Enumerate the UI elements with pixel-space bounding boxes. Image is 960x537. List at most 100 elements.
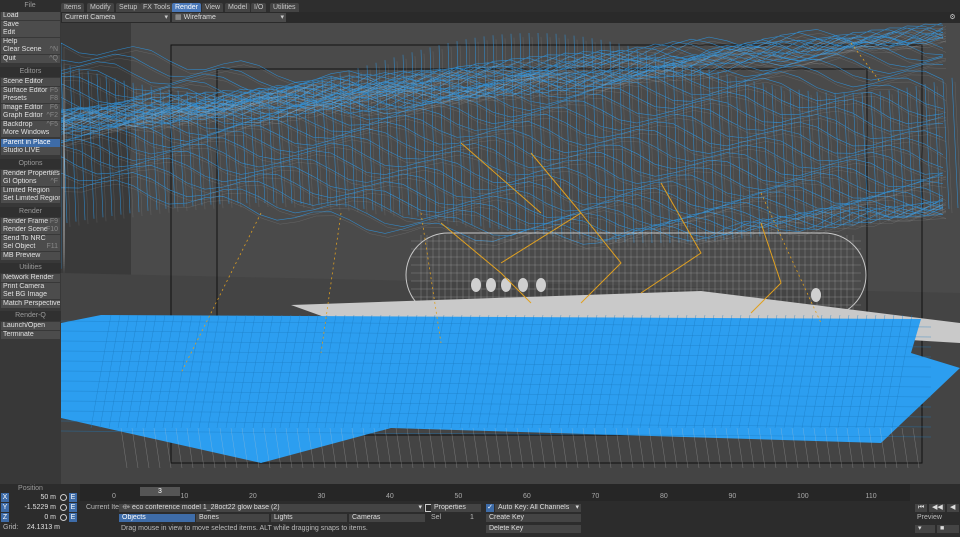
envelope-button[interactable]: E	[69, 513, 77, 522]
preview-options-button[interactable]: ▾	[915, 525, 935, 533]
objects-button[interactable]: Objects	[119, 514, 195, 522]
tab-items[interactable]: Items	[61, 3, 85, 12]
lights-button[interactable]: Lights	[271, 514, 347, 522]
bones-button[interactable]: Bones	[196, 514, 269, 522]
tab-model[interactable]: Model	[225, 3, 251, 12]
file-menu-save[interactable]: Save	[1, 20, 60, 29]
sidebar-item-label: Set BG Image	[3, 291, 47, 298]
camera-select-label: Current Camera	[65, 14, 116, 21]
figure-silhouette	[536, 278, 546, 292]
sidebar-item-label: Presets	[3, 95, 27, 102]
stop-button[interactable]: ■	[937, 525, 959, 533]
shortcut-hint: F8	[49, 95, 58, 102]
envelope-button[interactable]: E	[69, 493, 77, 502]
sidebar-item-label: GI Options	[3, 178, 37, 185]
renderq-menu-terminate[interactable]: Terminate	[1, 330, 60, 339]
editors-menu-presets[interactable]: Presets F8	[1, 95, 60, 103]
envelope-button[interactable]: E	[69, 503, 77, 512]
prev-frame-button[interactable]: ◀	[947, 504, 959, 512]
reset-ring-icon[interactable]	[60, 504, 67, 511]
editors-menu-image-editor[interactable]: Image Editor F6	[1, 103, 60, 112]
current-item-select[interactable]: ⟴ eco conference model 1_28oct22 glow ba…	[119, 504, 424, 512]
shortcut-hint: ^F5	[46, 120, 58, 128]
tab-modify[interactable]: Modify	[87, 3, 114, 12]
figure-silhouette	[471, 278, 481, 292]
editors-menu-scene-editor[interactable]: Scene Editor	[1, 78, 60, 86]
reset-ring-icon[interactable]	[60, 494, 67, 501]
chevron-down-icon: ▾	[280, 14, 284, 21]
x-axis-label: X	[1, 493, 9, 502]
delete-key-button[interactable]: Delete Key	[486, 525, 581, 533]
properties-button[interactable]: Properties	[431, 504, 481, 512]
sel-value: 1	[470, 514, 474, 521]
file-menu-clear-scene[interactable]: Clear Scene ^N	[1, 46, 60, 54]
sidebar-item-label: Quit	[3, 54, 16, 62]
checkbox-checked-icon[interactable]: ✓	[486, 504, 494, 512]
options-menu-set-limited-region[interactable]: Set Limited Region	[1, 195, 60, 203]
y-coordinate-row: Y -1.5229 m E	[0, 503, 80, 512]
options-menu-render-properties[interactable]: Render Properties ^F	[1, 169, 60, 178]
x-value-field[interactable]: 50 m	[10, 493, 56, 502]
editors-menu-graph-editor[interactable]: Graph Editor ^F2	[1, 112, 60, 120]
editors-menu-more-windows[interactable]: More Windows	[1, 129, 60, 137]
first-frame-button[interactable]: ⏮	[915, 504, 927, 512]
menu-tab-bar: File Items Modify Setup FX Tools Render View M…	[0, 0, 960, 12]
reset-ring-icon[interactable]	[60, 514, 67, 521]
render-menu-mb-preview[interactable]: MB Preview	[1, 251, 60, 260]
file-menu-edit[interactable]: Edit	[1, 29, 60, 37]
renderq-menu-launch-open[interactable]: Launch/Open	[1, 322, 60, 330]
autokey-select[interactable]: Auto Key: All Channels ▾	[495, 504, 581, 512]
timeline-tick-label: 30	[317, 493, 326, 500]
tab-fx-tools[interactable]: FX Tools	[140, 3, 174, 12]
sidebar-item-studio-live[interactable]: Studio LIVE	[1, 147, 60, 155]
sidebar-item-label: Surface Editor	[3, 86, 48, 94]
timeline[interactable]: 3	[80, 484, 910, 501]
utilities-menu-set-bg-image[interactable]: Set BG Image	[1, 291, 60, 299]
create-key-button[interactable]: Create Key	[486, 514, 581, 522]
y-value-field[interactable]: -1.5229 m	[10, 503, 56, 512]
utilities-menu-network-render[interactable]: Network Render	[1, 274, 60, 282]
render-mode-select[interactable]: ▦ Wireframe ▾	[172, 13, 286, 22]
sidebar-item-label: Print Camera	[3, 282, 45, 290]
editors-header: Editors	[0, 67, 61, 77]
utilities-menu-print-camera[interactable]: Print Camera	[1, 282, 60, 291]
editors-menu-surface-editor[interactable]: Surface Editor F5	[1, 86, 60, 95]
sidebar-item-label: Launch/Open	[3, 322, 46, 329]
prev-key-button[interactable]: ◀◀	[929, 504, 945, 512]
chevron-down-icon: ▾	[164, 14, 168, 21]
shortcut-hint: F9	[49, 217, 58, 225]
tab-view[interactable]: View	[202, 3, 224, 12]
shortcut-hint: F5	[49, 86, 58, 94]
frame-slider-thumb[interactable]: 3	[140, 487, 180, 496]
render-menu-sel-object[interactable]: Sel Object F11	[1, 243, 60, 251]
render-menu-render-scene[interactable]: Render Scene F10	[1, 226, 60, 234]
z-value-field[interactable]: 0 m	[10, 513, 56, 522]
gear-icon[interactable]: ⚙	[948, 13, 957, 22]
utilities-menu-match-perspective[interactable]: Match Perspective	[1, 299, 60, 308]
sidebar-item-label: Help	[3, 37, 18, 45]
grid-value[interactable]: 24.1313 m	[20, 524, 60, 531]
viewport[interactable]	[61, 23, 960, 484]
camera-select[interactable]: Current Camera ▾	[62, 13, 170, 22]
sidebar-item-label: More Windows	[3, 129, 50, 136]
tab-i-o[interactable]: I/O	[251, 3, 267, 12]
sidebar-item-parent-in-place[interactable]: Parent in Place	[1, 138, 60, 147]
file-menu-load[interactable]: Load	[1, 12, 60, 20]
timeline-tick-label: 50	[454, 493, 463, 500]
cameras-button[interactable]: Cameras	[349, 514, 425, 522]
options-menu-gi-options[interactable]: GI Options ^F	[1, 178, 60, 186]
sidebar-item-label: Render Scene	[3, 226, 48, 233]
file-menu-quit[interactable]: Quit ^Q	[1, 54, 60, 63]
editors-menu-backdrop[interactable]: Backdrop ^F5	[1, 120, 60, 129]
tab-setup[interactable]: Setup	[116, 3, 141, 12]
viewport-scene[interactable]	[61, 23, 960, 484]
tab-render[interactable]: Render	[172, 3, 201, 12]
sidebar-item-label: MB Preview	[3, 251, 41, 259]
tab-utilities[interactable]: Utilities	[270, 3, 299, 12]
render-menu-send-to-nrc[interactable]: Send To NRC	[1, 234, 60, 243]
render-menu-render-frame[interactable]: Render Frame F9	[1, 217, 60, 226]
options-menu-limited-region[interactable]: Limited Region	[1, 186, 60, 195]
file-menu-help[interactable]: Help	[1, 37, 60, 46]
shortcut-hint: F11	[46, 243, 58, 250]
render-mode-label: Wireframe	[183, 14, 216, 21]
